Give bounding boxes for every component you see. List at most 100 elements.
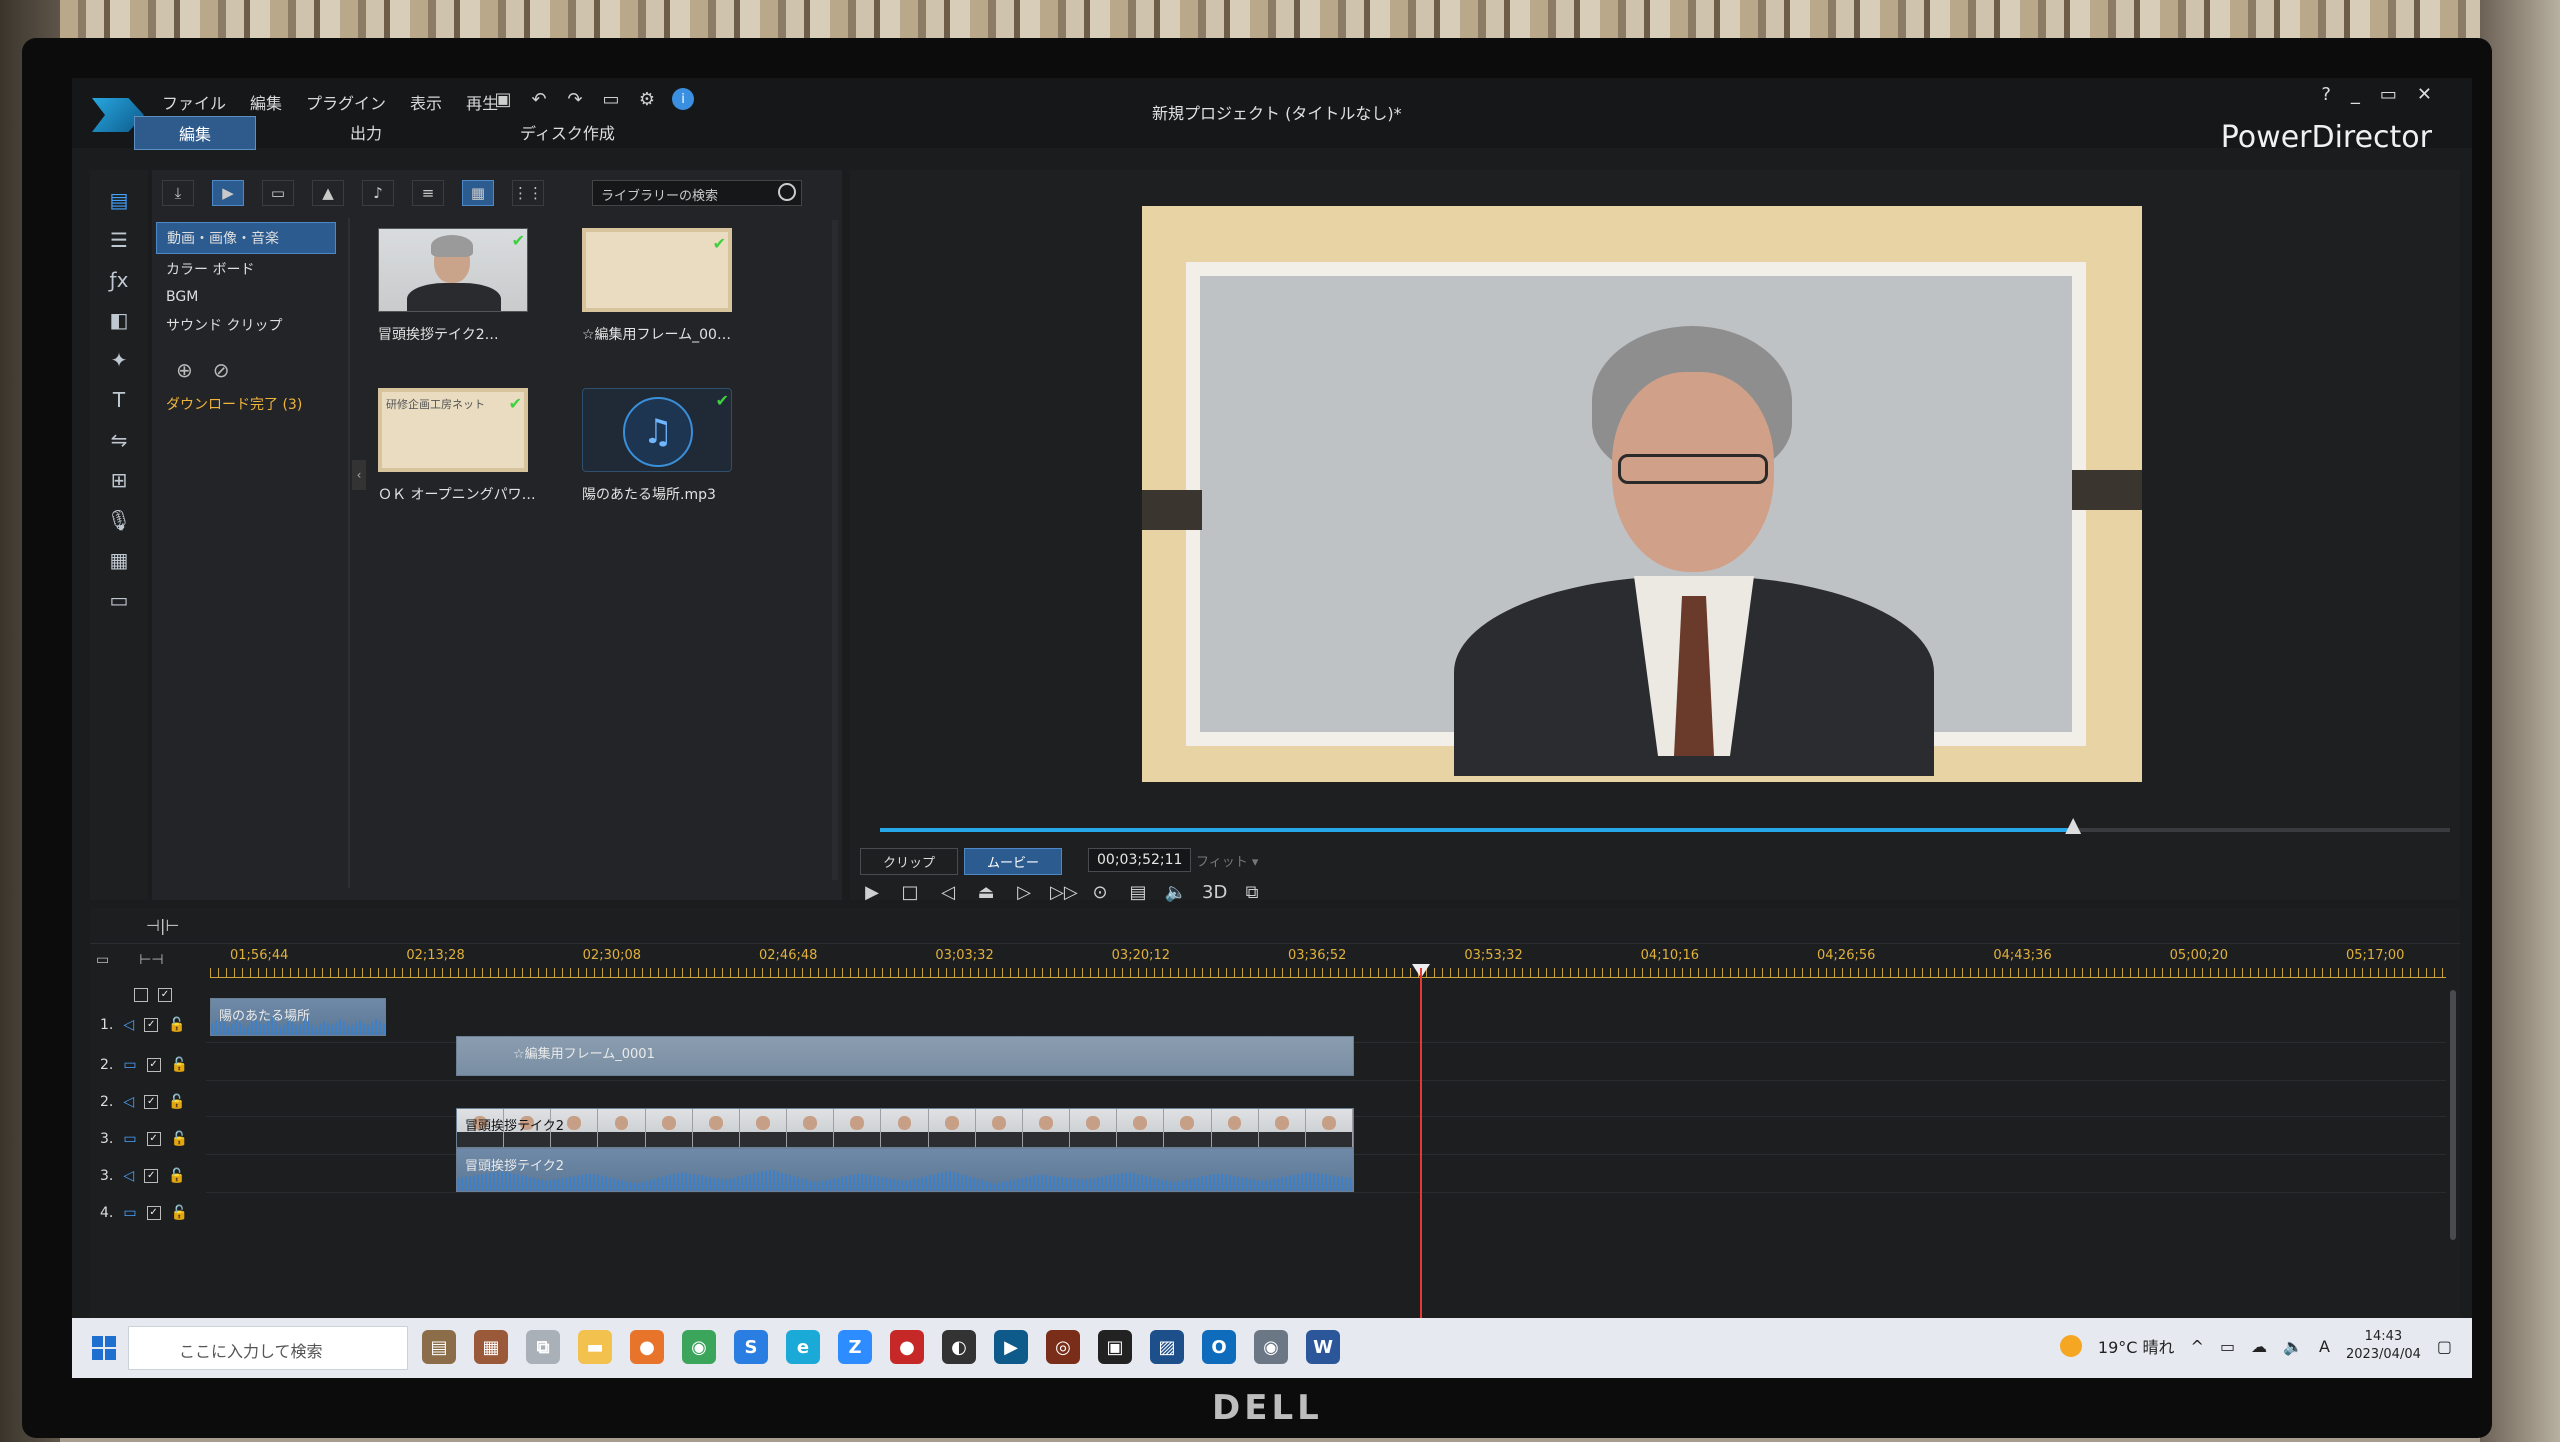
frame-clip[interactable]: ☆編集用フレーム_0001 [456, 1036, 1354, 1076]
tray-expand-icon[interactable]: ^ [2191, 1337, 2204, 1356]
category-sound-clip[interactable]: サウンド クリップ [156, 310, 336, 340]
3d-toggle[interactable]: 3D [1202, 882, 1227, 903]
category-bgm[interactable]: BGM [156, 284, 336, 310]
skype-icon[interactable]: S [734, 1330, 768, 1364]
zoom-fit-dropdown[interactable]: フィット ▾ [1188, 848, 1278, 873]
volume-icon[interactable]: 🔈 [1164, 882, 1188, 903]
effects-room-icon[interactable]: ƒx [104, 268, 134, 292]
chrome-icon[interactable]: ◉ [682, 1330, 716, 1364]
all-tracks-toggle[interactable] [134, 988, 148, 1002]
snapshot-camera-icon[interactable]: ⊙ [1088, 882, 1112, 903]
weather-icon[interactable] [2059, 1335, 2082, 1357]
split-icon[interactable]: ⏏ [974, 882, 998, 903]
all-tracks-check[interactable]: ✓ [158, 988, 172, 1002]
lock-icon[interactable]: 🔓 [171, 1131, 188, 1147]
media-app-icon[interactable]: ◎ [1046, 1330, 1080, 1364]
record-app-icon[interactable]: ● [890, 1330, 924, 1364]
library-scrollbar[interactable] [832, 220, 838, 880]
download-status[interactable]: ダウンロード完了 (3) [166, 394, 302, 414]
progress-handle[interactable] [2065, 818, 2082, 834]
grid-view-icon[interactable]: ▦ [462, 180, 494, 206]
task-view-icon[interactable]: ⧉ [526, 1330, 560, 1364]
collapse-panel-icon[interactable]: ‹ [352, 460, 366, 490]
particle-room-icon[interactable]: ✦ [104, 348, 134, 372]
lock-icon[interactable]: 🔓 [171, 1057, 188, 1073]
filter-music-icon[interactable]: ♪ [362, 180, 394, 206]
menu-view[interactable]: 表示 [410, 90, 442, 114]
minimize-icon[interactable]: _ [2351, 84, 2360, 105]
video-audio-clip[interactable]: 冒頭挨拶テイク2 [456, 1148, 1354, 1192]
undock-preview-icon[interactable]: ⧉ [1240, 882, 1264, 903]
notification-icon[interactable]: ▢ [2437, 1337, 2452, 1356]
play-icon[interactable]: ▶ [860, 882, 884, 903]
media-room-icon[interactable]: ▤ [104, 188, 134, 212]
file-explorer-icon[interactable]: ▬ [578, 1330, 612, 1364]
camera-app-icon[interactable]: ◉ [1254, 1330, 1288, 1364]
settings-gear-icon[interactable]: ⚙ [636, 88, 658, 110]
undo-icon[interactable]: ↶ [528, 88, 550, 110]
outlook-icon[interactable]: O [1202, 1330, 1236, 1364]
library-search-input[interactable]: ライブラリーの検索 [592, 180, 802, 206]
fit-timeline-icon[interactable]: ⊢⊣ [139, 952, 163, 968]
lock-icon[interactable]: 🔓 [171, 1205, 188, 1221]
restore-icon[interactable]: ▭ [2380, 84, 2397, 105]
windows-start-icon[interactable] [92, 1336, 116, 1360]
transition-room-icon[interactable]: ⇋ [104, 428, 134, 452]
close-icon[interactable]: ✕ [2417, 84, 2432, 105]
pip-room-icon[interactable]: ◧ [104, 308, 134, 332]
filter-video-icon[interactable]: ▶ [212, 180, 244, 206]
category-media[interactable]: 動画・画像・音楽 [156, 222, 336, 254]
search-icon[interactable] [778, 183, 796, 201]
bgm-clip[interactable]: 陽のあたる場所 [210, 998, 386, 1036]
add-tag-icon[interactable]: ⊕ [176, 358, 193, 382]
briefcase-app-icon[interactable]: ▦ [474, 1330, 508, 1364]
timeline-ruler[interactable]: 01;56;44 02;13;28 02;30;08 02;46;48 03;03;32… [210, 948, 2446, 978]
photo-app-icon[interactable]: ▨ [1150, 1330, 1184, 1364]
track-enable-check[interactable]: ✓ [144, 1169, 159, 1183]
weather-text[interactable]: 19°C 晴れ [2098, 1334, 2175, 1358]
menu-file[interactable]: ファイル [162, 90, 226, 114]
redo-icon[interactable]: ↷ [564, 88, 586, 110]
help-icon[interactable]: ? [2321, 84, 2331, 105]
obs-icon[interactable]: ◐ [942, 1330, 976, 1364]
onedrive-cloud-icon[interactable]: ☁ [2251, 1337, 2267, 1356]
small-grid-icon[interactable]: ⋮⋮ [512, 180, 544, 206]
lock-icon[interactable]: 🔓 [168, 1017, 185, 1033]
info-icon[interactable]: i [672, 88, 694, 110]
video-clip[interactable]: 冒頭挨拶テイク2 [456, 1108, 1354, 1148]
edge-icon[interactable]: e [786, 1330, 820, 1364]
library-item-music[interactable]: ♫ ✔ 陽のあたる場所.mp3 [582, 388, 742, 504]
filter-image-icon[interactable]: ▲ [312, 180, 344, 206]
track-enable-check[interactable]: ✓ [146, 1058, 161, 1072]
firefox-icon[interactable]: ● [630, 1330, 664, 1364]
tab-produce[interactable]: 出力 [306, 116, 426, 150]
timeline-vertical-scrollbar[interactable] [2450, 990, 2456, 1240]
category-color-board[interactable]: カラー ボード [156, 254, 336, 284]
preview-progress-slider[interactable] [880, 818, 2450, 834]
title-room-icon[interactable]: T [104, 388, 134, 412]
list-view-icon[interactable]: ≡ [412, 180, 444, 206]
menu-plugin[interactable]: プラグイン [306, 90, 386, 114]
fast-forward-icon[interactable]: ▷▷ [1050, 882, 1078, 903]
library-item-opening[interactable]: 研修企画工房ネット ✔ ＯＫ オープニングパワ… [378, 388, 538, 504]
template-room-icon[interactable]: ☰ [104, 228, 134, 252]
ime-indicator[interactable]: A [2319, 1337, 2330, 1356]
word-icon[interactable]: W [1306, 1330, 1340, 1364]
remove-tag-icon[interactable]: ⊘ [213, 358, 230, 382]
track-enable-check[interactable]: ✓ [146, 1132, 161, 1146]
track-enable-check[interactable]: ✓ [144, 1018, 159, 1032]
track-manager-icon[interactable]: ▭ [96, 952, 109, 968]
movie-mode-button[interactable]: ムービー [964, 848, 1063, 875]
network-icon[interactable]: ▭ [2220, 1337, 2235, 1356]
speaker-icon[interactable]: 🔈 [2283, 1337, 2303, 1356]
clock[interactable]: 14:43 2023/04/04 [2346, 1328, 2421, 1364]
track-enable-check[interactable]: ✓ [146, 1206, 161, 1220]
audio-mixing-icon[interactable]: ⊞ [104, 468, 134, 492]
import-icon[interactable]: ⤓ [162, 180, 194, 206]
tab-disc[interactable]: ディスク作成 [476, 116, 659, 150]
subtitle-room-icon[interactable]: ▭ [104, 588, 134, 612]
menu-edit[interactable]: 編集 [250, 90, 282, 114]
dark-app-icon[interactable]: ▣ [1098, 1330, 1132, 1364]
news-app-icon[interactable]: ▤ [422, 1330, 456, 1364]
save-icon[interactable]: ▣ [492, 88, 514, 110]
